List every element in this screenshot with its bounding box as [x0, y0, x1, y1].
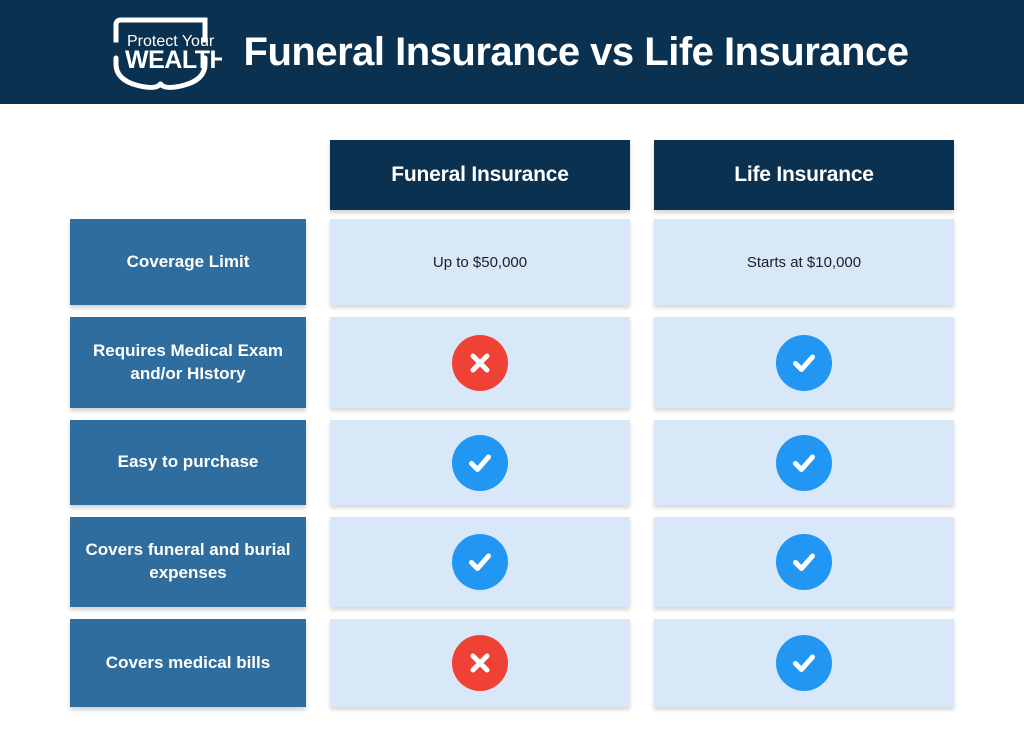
cell-life-requires-medical-exam — [654, 317, 954, 408]
table-row: Covers funeral and burial expenses — [70, 517, 954, 607]
row-label-coverage-limit: Coverage Limit — [70, 219, 306, 305]
column-header-life-insurance: Life Insurance — [654, 140, 954, 210]
data-card: Starts at $10,000 — [654, 219, 954, 305]
check-icon — [776, 334, 832, 391]
row-label-easy-to-purchase: Easy to purchase — [70, 420, 306, 505]
row-label-text: Requires Medical Exam and/or HIstory — [70, 317, 306, 408]
row-label-text: Coverage Limit — [70, 219, 306, 305]
check-icon — [452, 434, 508, 491]
page-title: Funeral Insurance vs Life Insurance — [243, 30, 909, 74]
row-label-text: Covers medical bills — [70, 619, 306, 707]
infographic-page: Protect Your WEALTH Funeral Insurance vs… — [0, 0, 1024, 743]
check-icon — [776, 434, 832, 491]
data-card — [330, 420, 630, 505]
data-card — [654, 517, 954, 607]
header-corner-spacer — [70, 140, 306, 210]
comparison-table: Funeral Insurance Life Insurance Coverag… — [70, 140, 954, 719]
cell-funeral-requires-medical-exam — [330, 317, 630, 408]
cell-funeral-covers-funeral-burial — [330, 517, 630, 607]
column-header-funeral-insurance: Funeral Insurance — [330, 140, 630, 210]
data-card — [330, 619, 630, 707]
data-card: Up to $50,000 — [330, 219, 630, 305]
cell-life-covers-medical-bills — [654, 619, 954, 707]
cross-icon — [452, 334, 508, 391]
cell-life-coverage-limit: Starts at $10,000 — [654, 219, 954, 305]
cell-value: Up to $50,000 — [432, 253, 528, 271]
check-icon — [776, 635, 832, 691]
row-label-text: Easy to purchase — [70, 420, 306, 505]
cell-funeral-coverage-limit: Up to $50,000 — [330, 219, 630, 305]
row-label-requires-medical-exam: Requires Medical Exam and/or HIstory — [70, 317, 306, 408]
data-card — [330, 317, 630, 408]
cross-icon — [452, 635, 508, 691]
table-row: Covers medical bills — [70, 619, 954, 707]
column-header-label: Life Insurance — [654, 140, 954, 210]
logo-line-2: WEALTH — [125, 46, 222, 74]
table-row: Easy to purchase — [70, 420, 954, 505]
check-icon — [452, 534, 508, 590]
cell-funeral-easy-to-purchase — [330, 420, 630, 505]
row-label-text: Covers funeral and burial expenses — [70, 517, 306, 607]
data-card — [654, 317, 954, 408]
table-header-row: Funeral Insurance Life Insurance — [70, 140, 954, 210]
data-card — [654, 619, 954, 707]
table-row: Coverage Limit Up to $50,000 Starts at $… — [70, 219, 954, 305]
page-header: Protect Your WEALTH Funeral Insurance vs… — [0, 0, 1024, 104]
column-header-label: Funeral Insurance — [330, 140, 630, 210]
table-row: Requires Medical Exam and/or HIstory — [70, 317, 954, 408]
row-label-covers-funeral-burial: Covers funeral and burial expenses — [70, 517, 306, 607]
data-card — [330, 517, 630, 607]
check-icon — [776, 534, 832, 590]
cell-life-easy-to-purchase — [654, 420, 954, 505]
data-card — [654, 420, 954, 505]
cell-life-covers-funeral-burial — [654, 517, 954, 607]
header-content: Protect Your WEALTH Funeral Insurance vs… — [108, 14, 909, 90]
cell-value: Starts at $10,000 — [746, 253, 862, 271]
cell-funeral-covers-medical-bills — [330, 619, 630, 707]
row-label-covers-medical-bills: Covers medical bills — [70, 619, 306, 707]
protect-your-wealth-shield-logo: Protect Your WEALTH — [108, 14, 222, 90]
